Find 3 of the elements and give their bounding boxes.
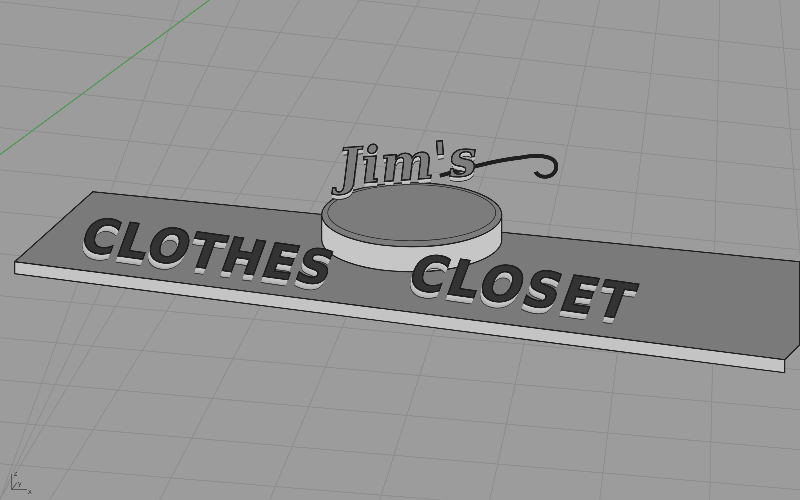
sign-lettering: CLOTHES (75, 212, 342, 294)
axis-icon (12, 474, 28, 490)
sign-lettering: CLOSET (402, 248, 644, 328)
